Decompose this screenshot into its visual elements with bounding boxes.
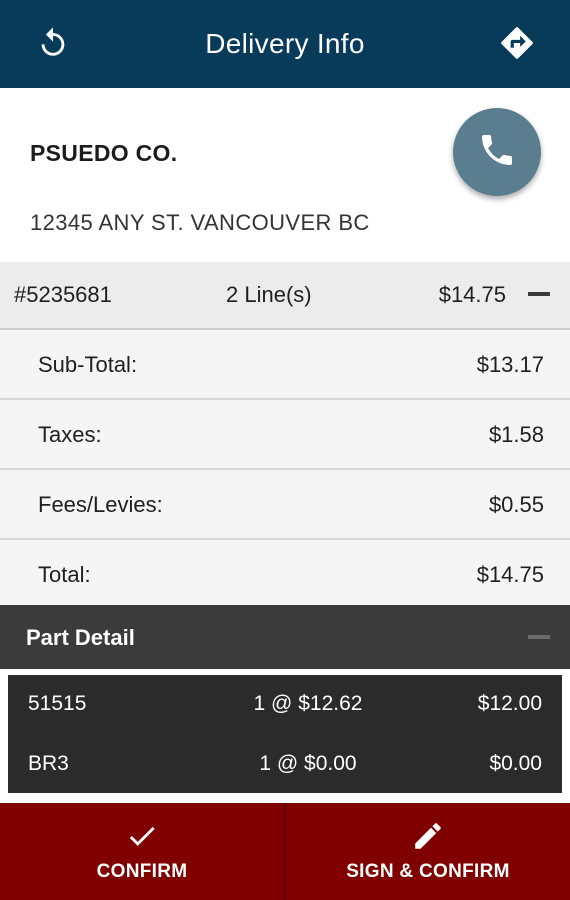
- sign-confirm-button[interactable]: SIGN & CONFIRM: [284, 803, 570, 900]
- total-row: Total: $14.75: [0, 540, 570, 608]
- part-total: $0.00: [489, 752, 542, 775]
- total-label: Total:: [38, 562, 91, 587]
- taxes-row: Taxes: $1.58: [0, 400, 570, 470]
- check-icon: [125, 819, 159, 853]
- collapse-icon[interactable]: [528, 635, 550, 639]
- order-amount: $14.75: [438, 282, 506, 307]
- collapse-icon[interactable]: [528, 292, 550, 296]
- part-qty-price: 1 @ $0.00: [259, 752, 357, 775]
- fees-value: $0.55: [488, 492, 544, 517]
- total-value: $14.75: [476, 562, 544, 587]
- confirm-label: CONFIRM: [96, 861, 188, 882]
- order-number: #5235681: [14, 282, 112, 307]
- subtotal-label: Sub-Total:: [38, 352, 138, 377]
- refresh-icon: [36, 26, 70, 65]
- refresh-button[interactable]: [30, 22, 76, 68]
- subtotal-value: $13.17: [476, 352, 544, 377]
- customer-card: PSUEDO CO. 12345 ANY ST. VANCOUVER BC: [0, 88, 570, 262]
- order-line-count: 2 Line(s): [226, 282, 312, 307]
- call-button[interactable]: [453, 108, 541, 196]
- part-row: 51515 1 @ $12.62 $12.00: [8, 675, 562, 733]
- part-qty-price: 1 @ $12.62: [253, 692, 363, 715]
- phone-icon: [477, 130, 517, 175]
- subtotal-row: Sub-Total: $13.17: [0, 330, 570, 400]
- directions-button[interactable]: [494, 22, 540, 68]
- directions-icon: [498, 24, 536, 67]
- order-row[interactable]: #5235681 2 Line(s) $14.75: [0, 262, 570, 330]
- pencil-icon: [411, 819, 445, 853]
- part-detail-header[interactable]: Part Detail: [0, 605, 570, 669]
- sign-confirm-label: SIGN & CONFIRM: [346, 861, 510, 882]
- bottom-action-bar: CONFIRM SIGN & CONFIRM: [0, 803, 570, 900]
- confirm-button[interactable]: CONFIRM: [0, 803, 284, 900]
- fees-row: Fees/Levies: $0.55: [0, 470, 570, 540]
- customer-name: PSUEDO CO.: [30, 140, 178, 166]
- part-row: BR3 1 @ $0.00 $0.00: [8, 735, 562, 793]
- customer-address: 12345 ANY ST. VANCOUVER BC: [30, 210, 370, 235]
- part-detail-section: 51515 1 @ $12.62 $12.00 BR3 1 @ $0.00 $0…: [0, 669, 570, 803]
- taxes-label: Taxes:: [38, 422, 102, 447]
- fees-label: Fees/Levies:: [38, 492, 163, 517]
- part-number: 51515: [28, 692, 87, 715]
- order-summary: Sub-Total: $13.17 Taxes: $1.58 Fees/Levi…: [0, 330, 570, 608]
- part-total: $12.00: [477, 692, 542, 715]
- taxes-value: $1.58: [488, 422, 544, 447]
- part-number: BR3: [28, 752, 69, 775]
- app-bar: Delivery Info: [0, 0, 570, 88]
- part-detail-label: Part Detail: [26, 625, 135, 650]
- page-title: Delivery Info: [205, 28, 365, 59]
- part-list: 51515 1 @ $12.62 $12.00 BR3 1 @ $0.00 $0…: [8, 675, 562, 793]
